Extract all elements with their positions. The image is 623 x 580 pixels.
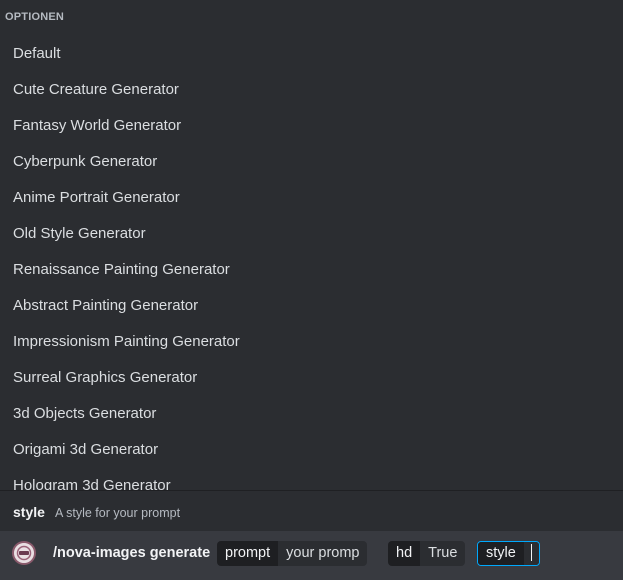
options-section-header: OPTIONEN xyxy=(5,11,65,23)
param-label-hd: hd xyxy=(388,541,421,566)
param-chip-prompt[interactable]: prompt your promp xyxy=(217,541,368,566)
param-value-prompt[interactable]: your promp xyxy=(278,541,368,566)
param-label-style: style xyxy=(478,542,524,565)
option-item-surreal-graphics[interactable]: Surreal Graphics Generator xyxy=(0,360,623,396)
option-item-cyberpunk[interactable]: Cyberpunk Generator xyxy=(0,144,623,180)
option-item-origami-3d[interactable]: Origami 3d Generator xyxy=(0,432,623,468)
param-label-prompt: prompt xyxy=(217,541,279,566)
option-item-renaissance-painting[interactable]: Renaissance Painting Generator xyxy=(0,252,623,288)
text-caret xyxy=(530,543,533,561)
slash-command-input[interactable]: /nova-images generate prompt your promp … xyxy=(0,531,623,580)
param-chip-hd[interactable]: hd True xyxy=(388,541,466,566)
option-item-cute-creature[interactable]: Cute Creature Generator xyxy=(0,72,623,108)
option-list: Default Cute Creature Generator Fantasy … xyxy=(0,36,623,490)
option-item-impressionism-painting[interactable]: Impressionism Painting Generator xyxy=(0,324,623,360)
option-item-fantasy-world[interactable]: Fantasy World Generator xyxy=(0,108,623,144)
option-item-anime-portrait[interactable]: Anime Portrait Generator xyxy=(0,180,623,216)
param-value-style[interactable] xyxy=(523,542,540,565)
option-item-old-style[interactable]: Old Style Generator xyxy=(0,216,623,252)
command-name: /nova-images generate xyxy=(53,545,211,561)
param-chip-style[interactable]: style xyxy=(477,541,541,566)
option-item-default[interactable]: Default xyxy=(0,36,623,72)
hint-option-name: style xyxy=(13,504,45,520)
option-item-3d-objects[interactable]: 3d Objects Generator xyxy=(0,396,623,432)
option-item-abstract-painting[interactable]: Abstract Painting Generator xyxy=(0,288,623,324)
autocomplete-panel: OPTIONEN Default Cute Creature Generator… xyxy=(0,0,623,490)
param-value-hd[interactable]: True xyxy=(420,541,466,566)
option-item-hologram-3d[interactable]: Hologram 3d Generator xyxy=(0,468,623,490)
option-hint-bar: style A style for your prompt xyxy=(0,490,623,531)
nova-bot-avatar-icon xyxy=(12,541,36,565)
hint-option-description: A style for your prompt xyxy=(55,506,181,520)
